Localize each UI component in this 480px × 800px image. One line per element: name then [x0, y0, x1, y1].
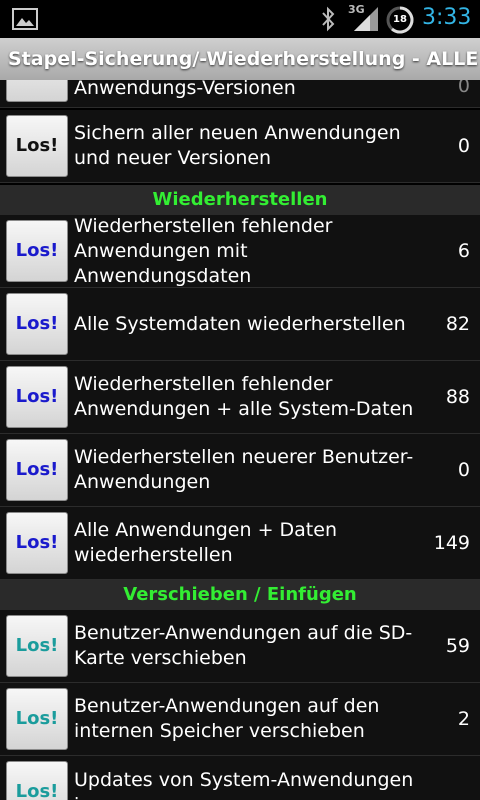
page-title: Stapel-Sicherung/-Wiederherstellung - AL…	[0, 38, 480, 80]
signal-strength-icon	[354, 7, 378, 31]
go-button[interactable]: Los!	[6, 220, 68, 282]
list-item: Los! Updates von System-Anwendungen in 0	[0, 756, 480, 800]
go-button[interactable]: Los!	[6, 761, 68, 800]
item-count: 0	[457, 459, 470, 481]
battery-level-label: 18	[393, 14, 407, 25]
operation-label: Updates von System-Anwendungen in	[74, 769, 414, 800]
go-button[interactable]: Los!	[6, 293, 68, 355]
status-bar: 3G 18 3:33	[0, 0, 480, 38]
go-button[interactable]: Los!	[6, 615, 68, 677]
list-item: Los! Wiederherstellen fehlender Anwendun…	[0, 361, 480, 434]
list-item: Los! Anwendungs-Versionen 0	[0, 80, 480, 108]
item-count: 82	[445, 313, 470, 335]
operation-label: Sichern aller neuen Anwendungen und neue…	[74, 122, 401, 169]
list-item: Los! Wiederherstellen neuerer Benutzer-A…	[0, 434, 480, 507]
item-count: 2	[457, 708, 470, 730]
operation-label: Alle Anwendungen + Daten wiederherstelle…	[74, 519, 337, 566]
list-item: Los! Benutzer-Anwendungen auf die SD-Kar…	[0, 610, 480, 683]
operation-label: Benutzer-Anwendungen auf die SD-Karte ve…	[74, 622, 413, 669]
batch-operations-list[interactable]: Los! Anwendungs-Versionen 0 Los! Sichern…	[0, 80, 480, 800]
section-header-restore: Wiederherstellen	[0, 185, 480, 215]
battery-icon: 18	[385, 5, 415, 35]
operation-label: Anwendungs-Versionen	[74, 80, 296, 99]
image-notification-icon	[12, 8, 38, 30]
go-button[interactable]: Los!	[6, 688, 68, 750]
list-item: Los! Benutzer-Anwendungen auf den intern…	[0, 683, 480, 756]
operation-label: Benutzer-Anwendungen auf den internen Sp…	[74, 695, 380, 742]
item-count: 0	[457, 80, 470, 97]
item-count: 0	[457, 135, 470, 157]
go-button[interactable]: Los!	[6, 115, 68, 177]
list-item: Los! Wiederherstellen fehlender Anwendun…	[0, 215, 480, 288]
section-header-move: Verschieben / Einfügen	[0, 580, 480, 610]
list-item: Los! Sichern aller neuen Anwendungen und…	[0, 110, 480, 183]
go-button[interactable]: Los!	[6, 366, 68, 428]
clock: 3:33	[422, 5, 472, 30]
go-button[interactable]: Los!	[6, 512, 68, 574]
operation-label: Wiederherstellen fehlender Anwendungen +…	[74, 373, 414, 420]
operation-label: Alle Systemdaten wiederherstellen	[74, 312, 406, 335]
bluetooth-icon	[322, 6, 335, 32]
operation-label: Wiederherstellen neuerer Benutzer-Anwend…	[74, 446, 414, 493]
list-item: Los! Alle Anwendungen + Daten wiederhers…	[0, 507, 480, 580]
go-button[interactable]: Los!	[6, 80, 68, 102]
list-item: Los! Alle Systemdaten wiederherstellen 8…	[0, 288, 480, 361]
operation-label: Wiederherstellen fehlender Anwendungen m…	[74, 214, 333, 287]
item-count: 88	[445, 386, 470, 408]
item-count: 59	[445, 635, 470, 657]
go-button[interactable]: Los!	[6, 439, 68, 501]
item-count: 0	[458, 756, 470, 800]
item-count: 6	[457, 240, 470, 262]
item-count: 149	[433, 532, 470, 554]
